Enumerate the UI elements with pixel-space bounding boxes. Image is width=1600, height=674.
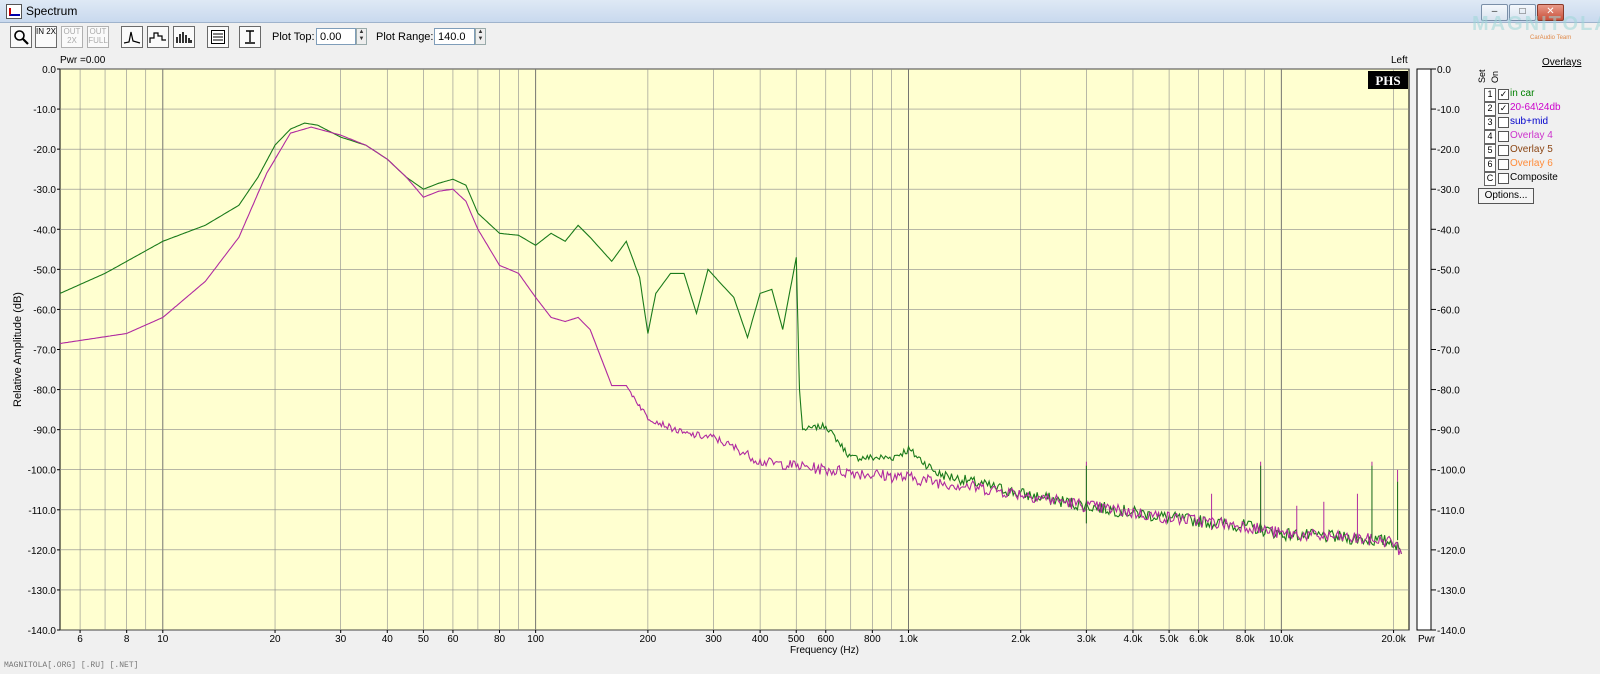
x-tick-label: 8 bbox=[124, 634, 130, 645]
x-tick-label: 600 bbox=[817, 634, 834, 645]
x-axis-label: Frequency (Hz) bbox=[790, 645, 859, 656]
x-tick-label: 8.0k bbox=[1236, 634, 1256, 645]
x-tick-label: 3.0k bbox=[1077, 634, 1097, 645]
right-y-tick-label: -40.0 bbox=[1437, 225, 1460, 236]
overlay-set-button[interactable]: 6 bbox=[1484, 158, 1496, 172]
overlay-on-checkbox[interactable] bbox=[1498, 159, 1509, 170]
y-tick-label: -110.0 bbox=[28, 506, 56, 517]
right-y-tick-label: -120.0 bbox=[1437, 546, 1466, 557]
x-tick-label: 30 bbox=[335, 634, 347, 645]
overlay-on-checkbox[interactable] bbox=[1498, 131, 1509, 142]
y-tick-label: -20.0 bbox=[33, 145, 56, 156]
y-tick-label: -100.0 bbox=[28, 466, 57, 477]
x-tick-label: 50 bbox=[418, 634, 430, 645]
overlay-row-5[interactable]: 5 Overlay 5 bbox=[1484, 144, 1600, 158]
y-axis-label: Relative Amplitude (dB) bbox=[12, 292, 24, 407]
options-button[interactable]: Options... bbox=[1478, 188, 1534, 204]
set-column-header: Set bbox=[1477, 69, 1487, 83]
overlay-set-button[interactable]: 1 bbox=[1484, 88, 1496, 102]
x-tick-label: 200 bbox=[640, 634, 657, 645]
y-tick-label: -80.0 bbox=[33, 386, 56, 397]
right-y-tick-label: -60.0 bbox=[1437, 305, 1460, 316]
right-y-tick-label: -50.0 bbox=[1437, 265, 1460, 276]
status-text: MAGNITOLA[.ORG] [.RU] [.NET] bbox=[4, 661, 139, 670]
power-axis-label: Pwr bbox=[1418, 634, 1436, 645]
y-tick-label: -50.0 bbox=[33, 265, 56, 276]
y-tick-label: -10.0 bbox=[33, 105, 56, 116]
spectrum-chart[interactable]: 0.0 -10.0 -20.0 -30.0 -40.0 -50.0 -60.0 -70.0 -8… bbox=[0, 0, 1600, 674]
phs-badge-label: PHS bbox=[1375, 73, 1400, 88]
overlay-row-7[interactable]: C Composite bbox=[1484, 172, 1600, 186]
x-tick-label: 1.0k bbox=[899, 634, 919, 645]
x-tick-label: 100 bbox=[527, 634, 544, 645]
right-y-tick-label: -30.0 bbox=[1437, 185, 1460, 196]
overlay-row-6[interactable]: 6 Overlay 6 bbox=[1484, 158, 1600, 172]
overlay-set-button[interactable]: 5 bbox=[1484, 144, 1496, 158]
y-tick-label: -70.0 bbox=[33, 346, 56, 357]
overlay-set-button[interactable]: 4 bbox=[1484, 130, 1496, 144]
overlay-on-checkbox[interactable] bbox=[1498, 173, 1509, 184]
x-tick-label: 400 bbox=[752, 634, 769, 645]
x-tick-label: 6 bbox=[77, 634, 83, 645]
right-y-tick-label: -130.0 bbox=[1437, 586, 1466, 597]
overlay-name: in car bbox=[1510, 88, 1535, 99]
right-y-tick-label: -90.0 bbox=[1437, 426, 1460, 437]
overlay-name: 20-64\24db bbox=[1510, 102, 1561, 113]
x-tick-label: 2.0k bbox=[1011, 634, 1031, 645]
right-y-tick-label: -100.0 bbox=[1437, 466, 1466, 477]
x-tick-label: 10.0k bbox=[1269, 634, 1294, 645]
power-meter bbox=[1416, 68, 1432, 631]
x-tick-label: 300 bbox=[705, 634, 722, 645]
x-tick-label: 10 bbox=[157, 634, 169, 645]
x-tick-label: 4.0k bbox=[1124, 634, 1144, 645]
x-tick-label: 20 bbox=[269, 634, 281, 645]
right-y-tick-label: -10.0 bbox=[1437, 105, 1460, 116]
overlays-title: Overlays bbox=[1542, 57, 1582, 68]
overlay-on-checkbox[interactable]: ✓ bbox=[1498, 89, 1509, 100]
overlay-name: Overlay 5 bbox=[1510, 144, 1553, 155]
overlay-set-button[interactable]: 3 bbox=[1484, 116, 1496, 130]
x-tick-label: 40 bbox=[382, 634, 394, 645]
overlay-row-3[interactable]: 3 sub+mid bbox=[1484, 116, 1600, 130]
y-tick-label: -130.0 bbox=[28, 586, 57, 597]
overlay-row-1[interactable]: 1 ✓ in car bbox=[1484, 88, 1600, 102]
right-y-tick-label: -80.0 bbox=[1437, 386, 1460, 397]
x-tick-label: 20.0k bbox=[1381, 634, 1406, 645]
y-tick-label: -30.0 bbox=[33, 185, 56, 196]
y-tick-label: -120.0 bbox=[28, 546, 57, 557]
y-tick-label: -140.0 bbox=[28, 626, 57, 637]
overlay-on-checkbox[interactable]: ✓ bbox=[1498, 103, 1509, 114]
overlay-on-checkbox[interactable] bbox=[1498, 145, 1509, 156]
right-y-tick-label: -140.0 bbox=[1437, 626, 1466, 637]
y-tick-label: -90.0 bbox=[33, 426, 56, 437]
right-y-tick-label: -110.0 bbox=[1437, 506, 1465, 517]
right-y-tick-label: -70.0 bbox=[1437, 346, 1460, 357]
overlay-set-button[interactable]: C bbox=[1484, 172, 1496, 186]
x-tick-label: 60 bbox=[447, 634, 459, 645]
x-tick-label: 80 bbox=[494, 634, 506, 645]
on-column-header: On bbox=[1490, 70, 1500, 83]
overlay-set-button[interactable]: 2 bbox=[1484, 102, 1496, 116]
x-tick-label: 6.0k bbox=[1189, 634, 1209, 645]
x-tick-label: 800 bbox=[864, 634, 881, 645]
overlay-name: Overlay 4 bbox=[1510, 130, 1553, 141]
right-y-tick-label: 0.0 bbox=[1437, 65, 1451, 76]
x-tick-label: 5.0k bbox=[1160, 634, 1180, 645]
overlay-name: Composite bbox=[1510, 172, 1558, 183]
y-tick-label: 0.0 bbox=[42, 65, 56, 76]
y-tick-label: -40.0 bbox=[33, 225, 56, 236]
right-y-tick-label: -20.0 bbox=[1437, 145, 1460, 156]
x-tick-label: 500 bbox=[788, 634, 805, 645]
overlay-name: Overlay 6 bbox=[1510, 158, 1553, 169]
overlay-name: sub+mid bbox=[1510, 116, 1549, 127]
overlays-panel: Overlays Set On 1 ✓ in car 2 ✓ 20-64\24db 3 sub… bbox=[1474, 55, 1600, 215]
y-tick-label: -60.0 bbox=[33, 305, 56, 316]
overlay-row-2[interactable]: 2 ✓ 20-64\24db bbox=[1484, 102, 1600, 116]
overlay-on-checkbox[interactable] bbox=[1498, 117, 1509, 128]
overlay-row-4[interactable]: 4 Overlay 4 bbox=[1484, 130, 1600, 144]
